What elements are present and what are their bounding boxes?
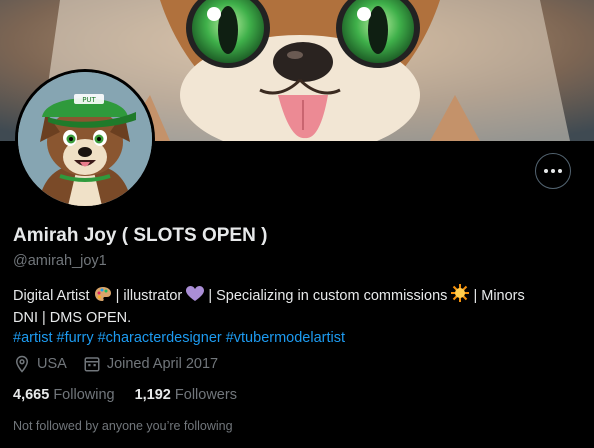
joined-date: Joined April 2017: [106, 356, 219, 372]
palette-emoji: [94, 286, 112, 308]
hashtag-link[interactable]: #vtubermodelartist: [226, 330, 345, 346]
following-label: Following: [53, 387, 115, 403]
purple-heart-emoji: [186, 286, 205, 308]
following-count: 4,665: [13, 387, 50, 403]
joined-item: Joined April 2017: [83, 355, 218, 373]
profile-meta: USA Joined April 2017: [13, 355, 234, 373]
followed-by-note: Not followed by anyone you’re following: [13, 419, 233, 433]
followers-link[interactable]: 1,192 Followers: [135, 387, 237, 403]
location-item: USA: [13, 355, 67, 373]
bio-text-commissions: | Specializing in custom commissions: [208, 288, 448, 304]
bio-line-1: Digital Artist | illustrator | Specializ…: [13, 284, 583, 308]
bio-hashtags: #artist #furry #characterdesigner #vtubermo…: [13, 328, 583, 348]
location-pin-icon: [15, 355, 29, 373]
more-options-button[interactable]: [535, 153, 571, 189]
calendar-icon: [84, 357, 100, 372]
bio-text-artist: Digital Artist: [13, 288, 90, 304]
hashtag-link[interactable]: #artist: [13, 330, 53, 346]
profile-bio: Digital Artist | illustrator | Specializ…: [13, 284, 583, 348]
hashtag-link[interactable]: #furry: [57, 330, 94, 346]
avatar-image: PUT: [18, 72, 152, 206]
bio-text-illustrator: | illustrator: [115, 288, 183, 304]
more-horizontal-icon: [543, 169, 564, 173]
followers-label: Followers: [174, 387, 237, 403]
profile-avatar[interactable]: PUT: [15, 69, 155, 209]
svg-text:PUT: PUT: [82, 96, 96, 104]
following-link[interactable]: 4,665 Following: [13, 387, 115, 403]
bio-text-minors: | Minors: [473, 288, 525, 304]
location-text: USA: [37, 356, 67, 372]
followers-count: 1,192: [134, 387, 171, 403]
follow-counts: 4,665 Following 1,192 Followers: [13, 387, 257, 403]
sun-emoji: [451, 284, 470, 308]
user-handle: @amirah_joy1: [13, 253, 107, 269]
bio-line-2: DNI | DMS OPEN.: [13, 310, 132, 326]
hashtag-link[interactable]: #characterdesigner: [98, 330, 222, 346]
display-name: Amirah Joy ( SLOTS OPEN ): [13, 225, 268, 246]
